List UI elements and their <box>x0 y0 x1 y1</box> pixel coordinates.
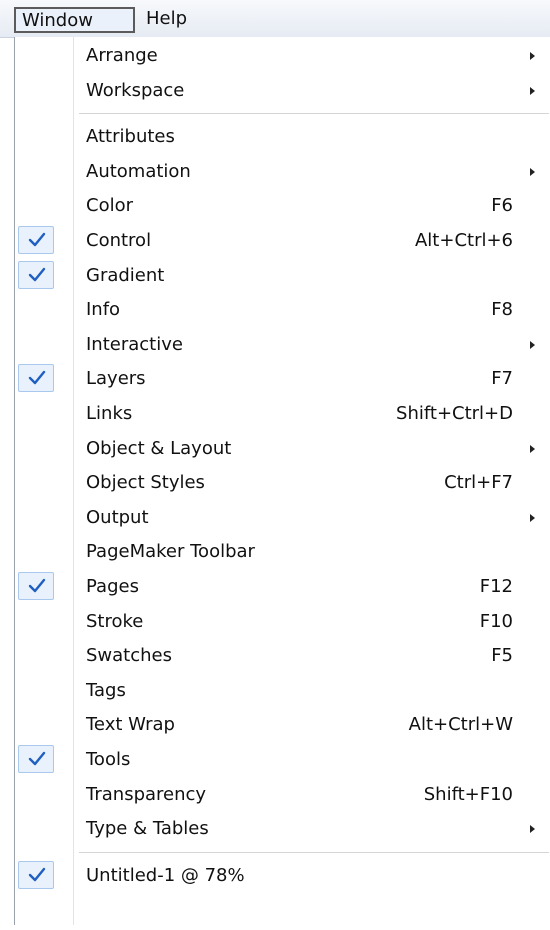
submenu-arrow-icon <box>530 167 535 176</box>
menu-item-swatches[interactable]: Swatches F5 <box>15 639 550 673</box>
menu-item-shortcut: F6 <box>491 195 513 217</box>
menu-item-gradient[interactable]: Gradient <box>15 259 550 293</box>
menu-item-label: Untitled-1 @ 78% <box>86 864 245 886</box>
menu-help[interactable]: Help <box>140 7 220 33</box>
menu-item-text-wrap[interactable]: Text Wrap Alt+Ctrl+W <box>15 708 550 742</box>
menu-item-label: PageMaker Toolbar <box>86 541 255 563</box>
menu-window[interactable]: Window <box>14 7 135 33</box>
menu-item-shortcut: F5 <box>491 645 513 667</box>
menu-item-shortcut: Alt+Ctrl+W <box>408 714 513 736</box>
menu-item-label: Object & Layout <box>86 437 232 459</box>
submenu-arrow-icon <box>530 86 535 95</box>
menu-item-label: Links <box>86 403 133 424</box>
menu-item-layers[interactable]: Layers F7 <box>15 362 550 396</box>
menu-item-label: Tags <box>86 679 126 701</box>
check-icon <box>18 226 54 254</box>
check-icon <box>18 572 54 600</box>
menu-item-shortcut: F10 <box>479 610 513 632</box>
menu-item-label: Text Wrap <box>86 714 175 736</box>
menu-item-info[interactable]: Info F8 <box>15 293 550 327</box>
menu-item-label: Control <box>86 230 152 251</box>
submenu-arrow-icon <box>530 444 535 453</box>
menu-item-interactive[interactable]: Interactive <box>15 328 550 362</box>
check-icon <box>18 364 54 393</box>
menu-item-control[interactable]: Control Alt+Ctrl+6 <box>15 224 550 258</box>
menu-item-shortcut: F12 <box>479 576 513 597</box>
menu-item-label: Color <box>86 195 133 217</box>
menu-item-label: Transparency <box>86 783 207 805</box>
submenu-arrow-icon <box>530 825 535 834</box>
menu-separator <box>79 851 549 853</box>
submenu-arrow-icon <box>530 340 535 349</box>
menu-item-shortcut: F7 <box>491 368 513 390</box>
menu-item-label: Gradient <box>86 264 165 286</box>
menu-bar: Window Help <box>0 0 550 38</box>
check-icon <box>18 860 54 889</box>
menu-item-object-styles[interactable]: Object Styles Ctrl+F7 <box>15 466 550 500</box>
menu-item-pages[interactable]: Pages F12 <box>15 570 550 604</box>
menu-item-label: Arrange <box>86 45 158 66</box>
menu-item-label: Attributes <box>86 126 175 148</box>
menu-item-label: Layers <box>86 368 146 390</box>
check-icon <box>18 260 54 289</box>
menu-item-attributes[interactable]: Attributes <box>15 120 550 154</box>
menu-item-label: Swatches <box>86 645 172 667</box>
menu-item-label: Pages <box>86 576 139 597</box>
menu-item-label: Workspace <box>86 79 185 101</box>
menu-item-object-layout[interactable]: Object & Layout <box>15 432 550 466</box>
menu-item-shortcut: Shift+F10 <box>423 783 513 805</box>
menu-item-shortcut: Alt+Ctrl+6 <box>414 230 513 251</box>
menu-item-shortcut: Shift+Ctrl+D <box>396 403 513 424</box>
menu-item-label: Stroke <box>86 610 144 632</box>
menu-item-automation[interactable]: Automation <box>15 155 550 189</box>
menu-item-label: Type & Tables <box>86 818 209 840</box>
menu-item-pagemaker-toolbar[interactable]: PageMaker Toolbar <box>15 535 550 569</box>
menu-item-arrange[interactable]: Arrange <box>15 39 550 73</box>
submenu-arrow-icon <box>530 52 535 60</box>
menu-item-label: Object Styles <box>86 472 205 494</box>
menu-item-color[interactable]: Color F6 <box>15 189 550 223</box>
menu-item-output[interactable]: Output <box>15 501 550 535</box>
menu-item-label: Output <box>86 506 149 528</box>
menu-item-links[interactable]: Links Shift+Ctrl+D <box>15 397 550 431</box>
window-dropdown-menu: Arrange Workspace Attributes Automation Colo… <box>14 37 550 925</box>
menu-item-shortcut: F8 <box>491 299 513 321</box>
menu-item-label: Tools <box>86 749 131 770</box>
menu-item-type-tables[interactable]: Type & Tables <box>15 812 550 846</box>
menu-item-tags[interactable]: Tags <box>15 674 550 708</box>
menu-item-label: Interactive <box>86 333 183 355</box>
submenu-arrow-icon <box>530 513 535 522</box>
menu-item-workspace[interactable]: Workspace <box>15 74 550 108</box>
menu-item-transparency[interactable]: Transparency Shift+F10 <box>15 778 550 812</box>
menu-item-untitled-1-78[interactable]: Untitled-1 @ 78% <box>15 859 550 893</box>
menu-item-label: Automation <box>86 160 191 182</box>
menu-item-shortcut: Ctrl+F7 <box>444 472 513 494</box>
menu-item-stroke[interactable]: Stroke F10 <box>15 605 550 639</box>
menu-item-tools[interactable]: Tools <box>15 743 550 777</box>
menu-item-label: Info <box>86 299 121 321</box>
check-icon <box>18 745 54 773</box>
menu-separator <box>79 113 549 115</box>
